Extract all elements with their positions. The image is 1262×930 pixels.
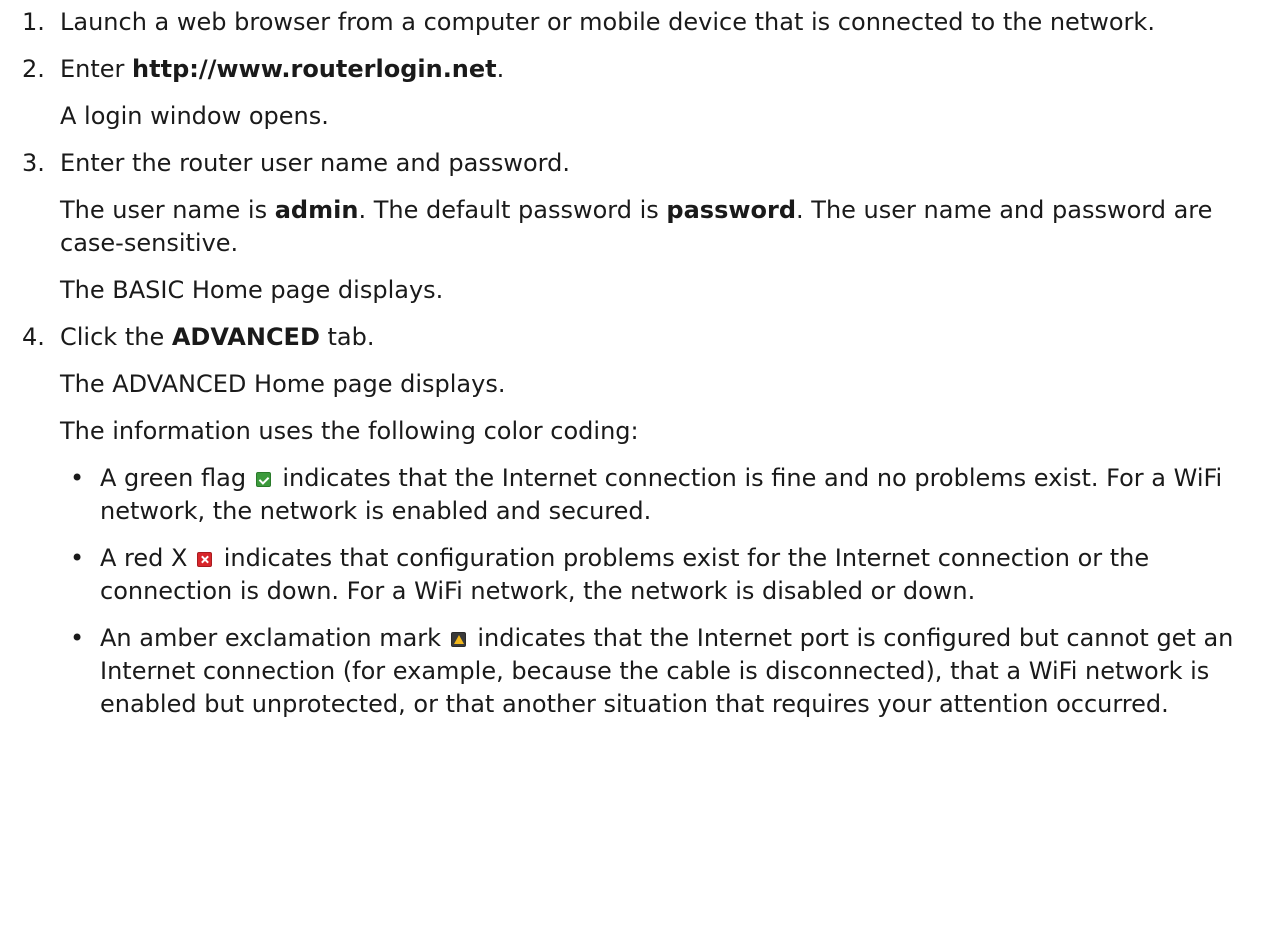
color-coding-list: • A green flag indicates that the Intern…	[60, 462, 1240, 721]
color-coding-intro: The information uses the following color…	[60, 417, 639, 445]
step-text-suffix: tab.	[319, 323, 375, 351]
red-x-icon	[197, 552, 213, 567]
bullet-text: A green flag	[100, 464, 247, 492]
credentials-text: The user name is	[60, 196, 275, 224]
bullet-text: A red X	[100, 544, 188, 572]
default-username: admin	[274, 196, 359, 224]
bullet-text: An amber exclamation mark	[100, 624, 442, 652]
list-item-amber-exclamation: • An amber exclamation mark indicates th…	[60, 622, 1240, 721]
router-login-url: http://www.routerlogin.net	[132, 55, 497, 83]
amber-exclamation-icon	[450, 632, 466, 647]
step-text: Launch a web browser from a computer or …	[60, 8, 1155, 36]
step-number: 3.	[22, 149, 45, 177]
step-text-prefix: Enter	[60, 55, 133, 83]
default-password: password	[666, 196, 797, 224]
step-result: The ADVANCED Home page displays.	[60, 370, 506, 398]
bullet-text: indicates that configuration problems ex…	[100, 544, 1150, 605]
step-number: 1.	[22, 8, 45, 36]
bullet-icon: •	[70, 624, 85, 652]
step-1: 1. Launch a web browser from a computer …	[0, 6, 1240, 39]
step-text: Click the ADVANCED tab.	[60, 321, 1240, 354]
step-text: Enter the router user name and password.	[60, 149, 570, 177]
step-result: The BASIC Home page displays.	[60, 276, 444, 304]
credentials-note: The user name is admin. The default pass…	[60, 194, 1240, 260]
credentials-text: . The default password is	[358, 196, 667, 224]
list-item-red-x: • A red X indicates that configuration p…	[60, 542, 1240, 608]
step-3: 3. Enter the router user name and passwo…	[0, 147, 1240, 307]
bullet-icon: •	[70, 464, 85, 492]
advanced-tab-name: ADVANCED	[171, 323, 320, 351]
list-item-green-flag: • A green flag indicates that the Intern…	[60, 462, 1240, 528]
step-2: 2. Enter http://www.routerlogin.net. A l…	[0, 53, 1240, 133]
step-text-suffix: .	[496, 55, 505, 83]
step-result: A login window opens.	[60, 102, 329, 130]
bullet-icon: •	[70, 544, 85, 572]
step-text-prefix: Click the	[60, 323, 172, 351]
step-number: 2.	[22, 55, 45, 83]
step-number: 4.	[22, 323, 45, 351]
document-body: 1. Launch a web browser from a computer …	[0, 0, 1262, 721]
step-text: Enter http://www.routerlogin.net.	[60, 53, 1240, 86]
step-4: 4. Click the ADVANCED tab. The ADVANCED …	[0, 321, 1240, 721]
green-check-icon	[255, 472, 271, 487]
